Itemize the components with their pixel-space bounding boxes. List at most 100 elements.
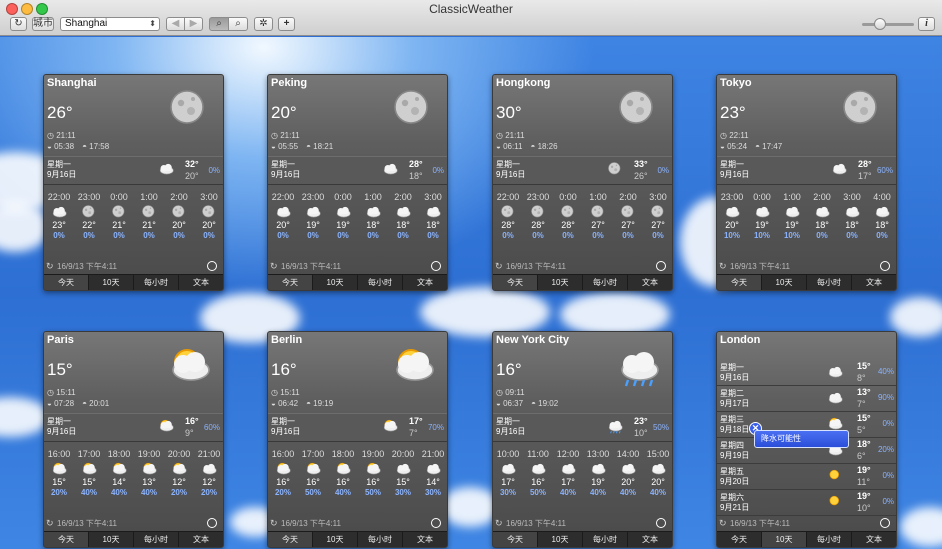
day-weekday: 星期三 xyxy=(720,415,744,424)
hour-precip: 0% xyxy=(307,231,319,240)
radio-button[interactable] xyxy=(880,518,890,528)
settings-button[interactable]: ✲ xyxy=(254,17,273,31)
day-precip: 40% xyxy=(877,367,894,376)
zoom-slider-knob[interactable] xyxy=(874,18,887,30)
city-select[interactable]: Shanghai ⬍ xyxy=(60,17,160,31)
hour-cloud-icon xyxy=(303,204,323,220)
hour-precip: 50% xyxy=(364,488,381,497)
tab-3[interactable]: 文本 xyxy=(179,275,223,290)
day-high: 13° xyxy=(857,387,871,397)
refresh-icon[interactable]: ↻ xyxy=(270,261,278,272)
local-time-row: ◷ 15:11 xyxy=(47,388,76,397)
tab-3[interactable]: 文本 xyxy=(179,532,223,547)
tab-0[interactable]: 今天 xyxy=(268,532,313,547)
today-cloud-icon xyxy=(379,161,401,177)
tab-2[interactable]: 每小时 xyxy=(583,532,628,547)
city-card-shanghai[interactable]: Shanghai 26° ◷ 21:11 ◒ 05:38 ◓ 17:58 星期一 9月16日… xyxy=(43,74,224,291)
hour-precip: 0% xyxy=(367,231,379,240)
forecast-day-row: 星期一 9月16日 15° 8° 40% xyxy=(717,360,896,386)
hour-column: 23:00 19° 0% xyxy=(298,192,328,240)
city-name: London xyxy=(720,334,761,346)
hour-moon-icon xyxy=(558,204,578,220)
radio-button[interactable] xyxy=(880,261,890,271)
tab-3[interactable]: 文本 xyxy=(852,532,896,547)
tab-0[interactable]: 今天 xyxy=(717,532,762,547)
city-card-hongkong[interactable]: Hongkong 30° ◷ 21:11 ◒ 06:11 ◓ 18:26 星期一 9月16日… xyxy=(492,74,673,291)
tab-1[interactable]: 10天 xyxy=(762,532,807,547)
tab-3[interactable]: 文本 xyxy=(852,275,896,290)
day-high: 15° xyxy=(857,413,871,423)
tab-2[interactable]: 每小时 xyxy=(134,532,179,547)
add-button[interactable]: + xyxy=(278,17,295,31)
city-card-berlin[interactable]: Berlin 16° ◷ 15:11 ◒ 06:42 ◓ 19:19 星期一 9月16日 17… xyxy=(267,331,448,548)
tab-1[interactable]: 10天 xyxy=(538,275,583,290)
refresh-icon[interactable]: ↻ xyxy=(46,261,54,272)
card-footer: ↻ 16/9/13 下午4:11 xyxy=(493,258,672,274)
radio-button[interactable] xyxy=(656,261,666,271)
refresh-icon[interactable]: ↻ xyxy=(46,518,54,529)
tab-0[interactable]: 今天 xyxy=(44,532,89,547)
tab-3[interactable]: 文本 xyxy=(628,275,672,290)
city-button[interactable]: 城市 xyxy=(32,17,54,31)
tab-1[interactable]: 10天 xyxy=(89,532,134,547)
today-row: 星期一 9月16日 32° 20° 0% xyxy=(44,156,223,185)
refresh-icon[interactable]: ↻ xyxy=(719,518,727,529)
tab-1[interactable]: 10天 xyxy=(313,275,358,290)
refresh-button[interactable]: ↻ xyxy=(10,17,27,31)
radio-button[interactable] xyxy=(656,518,666,528)
hour-column: 13:00 19° 40% xyxy=(583,449,613,497)
radio-button[interactable] xyxy=(207,261,217,271)
tab-3[interactable]: 文本 xyxy=(403,275,447,290)
city-card-tokyo[interactable]: Tokyo 23° ◷ 22:11 ◒ 05:24 ◓ 17:47 星期一 9月16日 28°… xyxy=(716,74,897,291)
hour-cloud-icon xyxy=(363,204,383,220)
tab-2[interactable]: 每小时 xyxy=(358,532,403,547)
city-card-peking[interactable]: Peking 20° ◷ 21:11 ◒ 05:55 ◓ 18:21 星期一 9月16日 28… xyxy=(267,74,448,291)
refresh-icon[interactable]: ↻ xyxy=(270,518,278,529)
hour-precip: 40% xyxy=(140,488,157,497)
tab-1[interactable]: 10天 xyxy=(538,532,583,547)
today-weekday: 星期一 xyxy=(496,417,520,426)
tab-0[interactable]: 今天 xyxy=(268,275,313,290)
hour-precip: 50% xyxy=(529,488,546,497)
radio-button[interactable] xyxy=(431,261,441,271)
local-time: 09:11 xyxy=(505,388,525,397)
tab-2[interactable]: 每小时 xyxy=(134,275,179,290)
sun-times-row: ◒ 07:28 ◓ 20:01 xyxy=(47,399,109,408)
tab-1[interactable]: 10天 xyxy=(89,275,134,290)
back-button[interactable]: ◀ xyxy=(166,17,185,31)
tab-2[interactable]: 每小时 xyxy=(583,275,628,290)
hourly-forecast: 23:00 20° 10% 0:00 19° 10% 1:00 19° 10% 2:00 18° 0%… xyxy=(717,192,896,250)
tab-0[interactable]: 今天 xyxy=(717,275,762,290)
radio-button[interactable] xyxy=(207,518,217,528)
today-rain-icon xyxy=(604,418,626,434)
cloud-decoration xyxy=(420,287,550,337)
hour-column: 21:00 14° 30% xyxy=(418,449,447,497)
city-card-new-york-city[interactable]: New York City 16° ◷ 09:11 ◒ 06:37 ◓ 19:02 星期一… xyxy=(492,331,673,548)
card-tabs: 今天 10天 每小时 文本 xyxy=(493,531,672,547)
refresh-icon[interactable]: ↻ xyxy=(495,518,503,529)
hour-precip: 0% xyxy=(846,231,858,240)
search-button[interactable]: ⌕ xyxy=(209,17,229,31)
info-button[interactable]: i xyxy=(918,17,935,31)
hour-time: 1:00 xyxy=(589,192,607,202)
tab-3[interactable]: 文本 xyxy=(403,532,447,547)
zoom-slider[interactable] xyxy=(862,18,914,30)
tab-0[interactable]: 今天 xyxy=(44,275,89,290)
refresh-icon[interactable]: ↻ xyxy=(495,261,503,272)
tab-2[interactable]: 每小时 xyxy=(358,275,403,290)
tab-3[interactable]: 文本 xyxy=(628,532,672,547)
hour-time: 3:00 xyxy=(843,192,861,202)
forward-button[interactable]: ▶ xyxy=(184,17,203,31)
tab-1[interactable]: 10天 xyxy=(762,275,807,290)
hour-column: 0:00 19° 0% xyxy=(328,192,358,240)
tab-2[interactable]: 每小时 xyxy=(807,532,852,547)
zoom-search-button[interactable]: ⌕ xyxy=(228,17,248,31)
tab-0[interactable]: 今天 xyxy=(493,275,538,290)
tab-2[interactable]: 每小时 xyxy=(807,275,852,290)
radio-button[interactable] xyxy=(431,518,441,528)
hour-temp: 16° xyxy=(366,477,380,487)
tab-1[interactable]: 10天 xyxy=(313,532,358,547)
tab-0[interactable]: 今天 xyxy=(493,532,538,547)
refresh-icon[interactable]: ↻ xyxy=(719,261,727,272)
city-card-paris[interactable]: Paris 15° ◷ 15:11 ◒ 07:28 ◓ 20:01 星期一 9月16日 16°… xyxy=(43,331,224,548)
